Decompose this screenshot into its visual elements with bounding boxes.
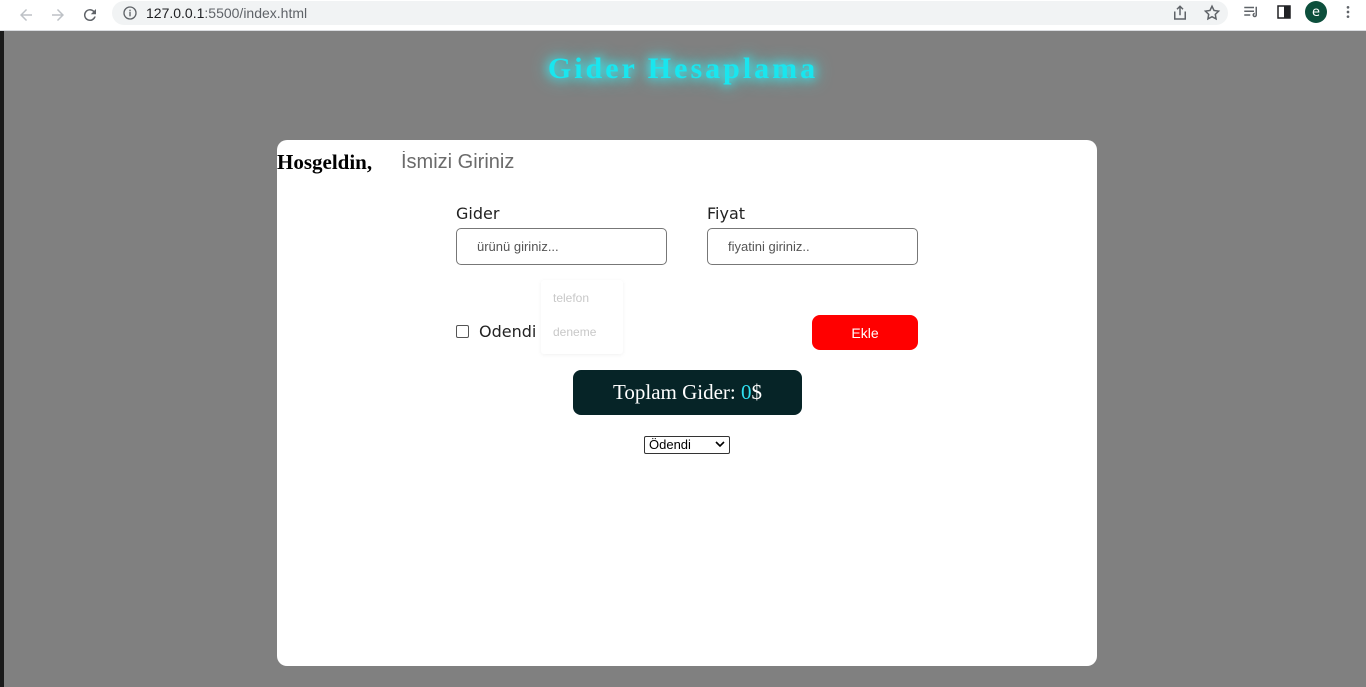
forward-arrow-icon: [52, 9, 64, 21]
name-input[interactable]: [401, 148, 641, 176]
forward-button[interactable]: [46, 3, 70, 27]
welcome-text: Hosgeldin,: [277, 150, 373, 174]
info-icon[interactable]: [122, 5, 138, 21]
fiyat-label: Fiyat: [707, 204, 746, 223]
window-edge: [0, 31, 4, 687]
gider-input[interactable]: [456, 228, 667, 265]
back-button[interactable]: [14, 3, 38, 27]
total-amount: 0: [741, 380, 752, 404]
profile-avatar[interactable]: e: [1305, 1, 1327, 23]
suggestion-item[interactable]: telefon: [553, 291, 589, 305]
side-panel-icon[interactable]: [1275, 3, 1293, 21]
gider-label: Gider: [456, 204, 500, 223]
paid-checkbox-label: Odendi: [479, 322, 537, 341]
reading-list-icon[interactable]: [1242, 3, 1260, 21]
address-bar[interactable]: 127.0.0.1:5500/index.html: [112, 1, 1228, 25]
chevron-down-icon: [715, 441, 725, 448]
main-card: Hosgeldin, Gider Fiyat telefon deneme Od…: [277, 140, 1097, 666]
reload-button[interactable]: [78, 3, 102, 27]
filter-selected-value: Ödendi: [649, 437, 691, 452]
paid-checkbox[interactable]: [456, 325, 469, 338]
add-button[interactable]: Ekle: [812, 315, 918, 350]
bookmark-star-icon[interactable]: [1203, 4, 1221, 22]
total-currency: $: [751, 380, 763, 404]
url-text: 127.0.0.1:5500/index.html: [146, 5, 308, 21]
total-expense-box: Toplam Gider: 0 $: [573, 370, 802, 415]
reload-icon: [83, 9, 96, 22]
status-filter-select[interactable]: Ödendi: [644, 436, 730, 454]
total-label: Toplam Gider:: [613, 380, 741, 404]
fiyat-input[interactable]: [707, 228, 918, 265]
suggestion-item[interactable]: deneme: [553, 325, 596, 339]
back-arrow-icon: [20, 9, 32, 21]
kebab-menu-icon[interactable]: [1340, 4, 1356, 20]
page-title: Gider Hesaplama: [547, 52, 819, 85]
share-icon[interactable]: [1171, 4, 1189, 22]
autocomplete-dropdown: telefon deneme: [541, 280, 623, 354]
browser-toolbar: 127.0.0.1:5500/index.html e: [0, 0, 1366, 31]
